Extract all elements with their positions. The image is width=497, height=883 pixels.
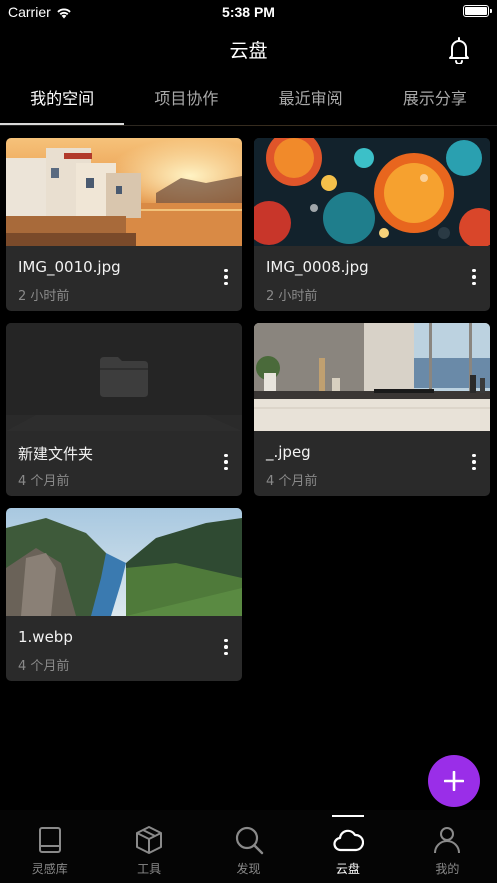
file-card[interactable]: IMG_0008.jpg 2 小时前 <box>254 138 490 311</box>
tabbar-item-inspiration[interactable]: 灵感库 <box>0 810 99 883</box>
tabbar-label: 云盘 <box>335 862 360 876</box>
file-card[interactable]: _.jpeg 4 个月前 <box>254 323 490 496</box>
tabbar-label: 工具 <box>137 862 162 876</box>
folder-name: 新建文件夹 <box>18 445 94 463</box>
more-options-icon[interactable] <box>218 451 234 473</box>
folder-thumbnail <box>6 323 242 431</box>
file-time: 4 个月前 <box>266 474 318 489</box>
bottom-tab-bar: 灵感库 工具 发现 云盘 我的 <box>0 810 497 883</box>
tab-showcase-share[interactable]: 展示分享 <box>373 74 497 126</box>
file-time: 2 小时前 <box>266 289 318 304</box>
cube-icon <box>136 826 163 854</box>
file-thumbnail <box>254 138 490 246</box>
tab-recent-review[interactable]: 最近审阅 <box>249 74 373 126</box>
tabbar-item-mine[interactable]: 我的 <box>398 810 497 883</box>
tabbar-item-cloud[interactable]: 云盘 <box>298 810 397 883</box>
add-button[interactable] <box>428 755 480 807</box>
file-name: _.jpeg <box>266 443 311 461</box>
file-thumbnail <box>254 323 490 431</box>
more-options-icon[interactable] <box>466 266 482 288</box>
cloud-icon <box>333 829 364 852</box>
person-icon <box>434 827 461 854</box>
status-time: 5:38 PM <box>222 4 275 20</box>
status-bar: Carrier 5:38 PM <box>0 0 497 26</box>
tabbar-label: 灵感库 <box>31 862 68 876</box>
search-icon <box>235 826 263 855</box>
folder-card[interactable]: 新建文件夹 4 个月前 <box>6 323 242 496</box>
segment-tabs: 我的空间 项目协作 最近审阅 展示分享 <box>0 74 497 126</box>
folder-icon <box>100 357 148 397</box>
file-name: IMG_0008.jpg <box>266 258 369 276</box>
more-options-icon[interactable] <box>466 451 482 473</box>
nav-bar: 云盘 <box>0 26 497 74</box>
plus-icon <box>444 771 464 791</box>
tabbar-item-discover[interactable]: 发现 <box>199 810 298 883</box>
book-icon <box>38 827 61 853</box>
more-options-icon[interactable] <box>218 636 234 658</box>
file-time: 4 个月前 <box>18 659 70 674</box>
tabbar-item-tools[interactable]: 工具 <box>99 810 198 883</box>
tabbar-label: 发现 <box>236 862 261 876</box>
file-thumbnail <box>6 508 242 616</box>
more-options-icon[interactable] <box>218 266 234 288</box>
tab-project-collab[interactable]: 项目协作 <box>124 74 248 126</box>
file-name: IMG_0010.jpg <box>18 258 121 276</box>
tab-divider <box>0 125 497 126</box>
file-time: 2 小时前 <box>18 289 70 304</box>
page-title: 云盘 <box>229 40 268 62</box>
file-card[interactable]: IMG_0010.jpg 2 小时前 <box>6 138 242 311</box>
tabbar-label: 我的 <box>435 862 460 876</box>
bell-icon[interactable] <box>447 36 471 64</box>
tab-my-space[interactable]: 我的空间 <box>0 74 125 126</box>
file-thumbnail <box>6 138 242 246</box>
file-card[interactable]: 1.webp 4 个月前 <box>6 508 242 681</box>
battery-icon <box>463 5 492 17</box>
file-time: 4 个月前 <box>18 474 70 489</box>
file-name: 1.webp <box>18 628 73 646</box>
